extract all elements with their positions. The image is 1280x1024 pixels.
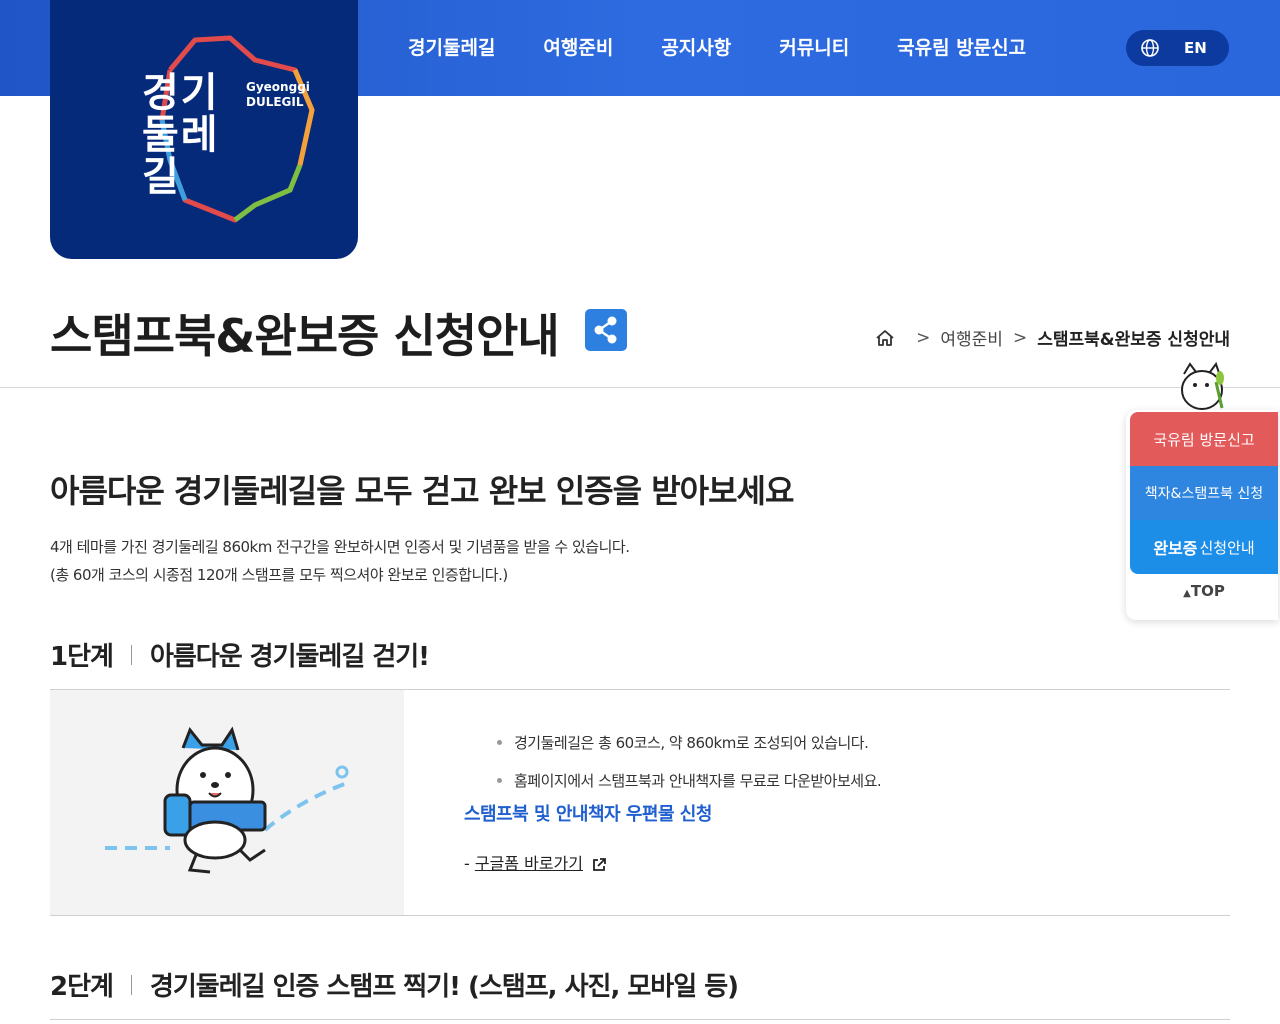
intro-line-2: (총 60개 코스의 시종점 120개 스탬프를 모두 찍으셔야 완보로 인증합… (50, 566, 508, 584)
quick-booklet-request-button[interactable]: 책자&스탬프북 신청 (1130, 466, 1278, 520)
step-divider (130, 644, 132, 665)
nav-item-dulegil[interactable]: 경기둘레길 (408, 33, 495, 60)
intro-description: 4개 테마를 가진 경기둘레길 860km 전구간을 완보하시면 인증서 및 기… (50, 533, 630, 589)
mascot-walking-icon (105, 726, 351, 874)
share-button[interactable] (585, 309, 627, 351)
logo-korean-text: 경기둘레길 (142, 70, 220, 200)
quick-menu: 국유림 방문신고 책자&스탬프북 신청 완보증 신청안내 ▲TOP (1126, 410, 1278, 620)
breadcrumb-separator: > (1012, 327, 1028, 348)
step1-bullet-list: 경기둘레길은 총 60코스, 약 860km로 조성되어 있습니다. 홈페이지에… (497, 732, 882, 808)
top-label: TOP (1190, 582, 1225, 600)
quick-item3-bold: 완보증 (1153, 539, 1198, 558)
title-divider (0, 387, 1280, 388)
step2-top-rule (50, 1019, 1230, 1020)
share-icon (594, 316, 617, 344)
step1-heading: 1단계 아름다운 경기둘레길 걷기! (50, 636, 430, 673)
quick-forest-report-button[interactable]: 국유림 방문신고 (1130, 412, 1278, 466)
globe-icon (1141, 39, 1159, 57)
language-label: EN (1184, 39, 1207, 57)
language-button[interactable]: EN (1126, 30, 1229, 66)
step2-label: 2단계 (50, 972, 114, 1002)
nav-item-notice[interactable]: 공지사항 (661, 33, 731, 60)
stampbook-request-title: 스탬프북 및 안내책자 우편물 신청 (464, 804, 712, 825)
breadcrumb-separator: > (916, 327, 931, 348)
quick-item3-rest: 신청안내 (1199, 538, 1255, 557)
step2-heading: 2단계 경기둘레길 인증 스탬프 찍기! (스탬프, 사진, 모바일 등) (50, 966, 739, 1003)
main-nav: 경기둘레길 여행준비 공지사항 커뮤니티 국유림 방문신고 (384, 0, 1050, 96)
caret-up-icon: ▲ (1183, 588, 1191, 599)
intro-line-1: 4개 테마를 가진 경기둘레길 860km 전구간을 완보하시면 인증서 및 기… (50, 538, 630, 556)
breadcrumb: > 여행준비 > 스탬프북&완보증 신청안내 (874, 325, 1230, 350)
step-divider (130, 974, 132, 995)
back-to-top-button[interactable]: ▲TOP (1130, 582, 1278, 600)
step2-title: 경기둘레길 인증 스탬프 찍기! (스탬프, 사진, 모바일 등) (149, 972, 739, 1002)
list-item: 경기둘레길은 총 60코스, 약 860km로 조성되어 있습니다. (497, 732, 881, 753)
site-logo[interactable]: 경기둘레길 Gyeonggi DULEGIL (50, 0, 358, 259)
page-title: 스탬프북&완보증 신청안내 (50, 309, 560, 363)
logo-english-text: Gyeonggi DULEGIL (246, 80, 310, 109)
quick-certificate-guide-button[interactable]: 완보증 신청안내 (1130, 520, 1278, 574)
breadcrumb-current: 스탬프북&완보증 신청안내 (1037, 330, 1230, 350)
nav-item-forest-report[interactable]: 국유림 방문신고 (897, 33, 1026, 60)
step1-content: 경기둘레길은 총 60코스, 약 860km로 조성되어 있습니다. 홈페이지에… (50, 690, 1230, 916)
step1-title: 아름다운 경기둘레길 걷기! (149, 642, 430, 672)
home-icon[interactable] (874, 328, 896, 348)
external-link-icon (593, 857, 606, 871)
mascot-peek-icon (1181, 361, 1224, 410)
intro-headline: 아름다운 경기둘레길을 모두 걷고 완보 인증을 받아보세요 (50, 472, 794, 510)
list-item: 홈페이지에서 스탬프북과 안내책자를 무료로 다운받아보세요. (497, 770, 882, 791)
breadcrumb-level1[interactable]: 여행준비 (940, 325, 1003, 350)
nav-item-community[interactable]: 커뮤니티 (779, 33, 849, 60)
step1-label: 1단계 (50, 642, 114, 672)
nav-item-travel-prep[interactable]: 여행준비 (543, 33, 613, 60)
google-form-link[interactable]: - 구글폼 바로가기 (464, 850, 607, 874)
step1-illustration (50, 690, 404, 915)
